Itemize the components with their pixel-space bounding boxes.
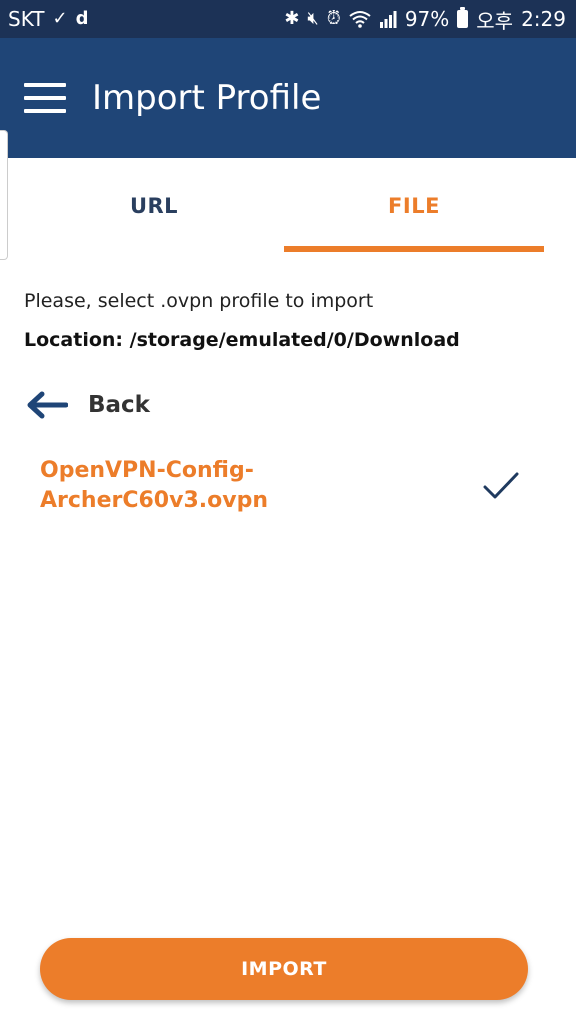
mute-icon: 🔇︎ xyxy=(307,8,319,29)
battery-icon xyxy=(457,7,469,28)
file-list-item[interactable]: OpenVPN-Config-ArcherC60v3.ovpn xyxy=(24,450,544,522)
wifi-icon xyxy=(349,11,371,28)
checkmark-icon xyxy=(483,472,519,499)
tab-bar: URL FILE xyxy=(24,158,544,254)
tab-url-label: URL xyxy=(129,194,179,218)
import-button[interactable]: IMPORT xyxy=(40,938,528,1000)
ampm-label: 오후 xyxy=(476,8,514,33)
back-button[interactable]: Back xyxy=(24,380,150,430)
status-right: ✱ 🔇︎ ⏰︎ 97% 오후 2:29 xyxy=(284,5,566,34)
signal-icon xyxy=(379,11,397,28)
alarm-icon: ⏰︎ xyxy=(326,8,341,29)
tab-url[interactable]: URL xyxy=(24,158,284,254)
battery-percent: 97% xyxy=(404,7,450,31)
carrier-label: SKT xyxy=(8,7,45,31)
check-download-icon: ✓︎ xyxy=(52,8,68,29)
active-tab-indicator xyxy=(284,246,544,252)
hamburger-menu-icon[interactable] xyxy=(24,83,66,113)
tab-file[interactable]: FILE xyxy=(284,158,544,254)
page-title: Import Profile xyxy=(92,78,322,118)
file-name: OpenVPN-Config-ArcherC60v3.ovpn xyxy=(40,458,268,513)
app-bar: Import Profile xyxy=(0,38,576,158)
back-label: Back xyxy=(88,392,150,418)
instruction-text: Please, select .ovpn profile to import xyxy=(24,290,374,312)
status-left: SKT ✓︎ d xyxy=(8,7,88,31)
bluetooth-icon: ✱ xyxy=(284,8,300,29)
d-app-icon: d xyxy=(75,8,89,29)
status-bar: SKT ✓︎ d ✱ 🔇︎ ⏰︎ 97% 오후 2:29 xyxy=(0,0,576,38)
clock: 2:29 xyxy=(521,7,566,31)
tab-file-label: FILE xyxy=(388,194,440,218)
arrow-left-icon xyxy=(27,391,68,419)
drawer-handle[interactable] xyxy=(0,130,8,260)
location-path: Location: /storage/emulated/0/Download xyxy=(24,329,460,351)
